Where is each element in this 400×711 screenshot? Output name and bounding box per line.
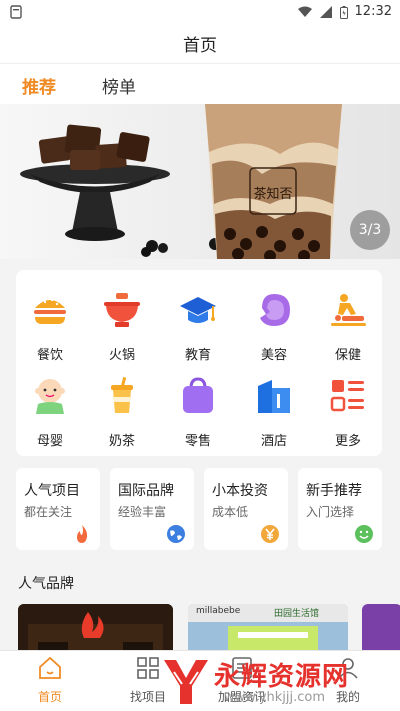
signal-icon: [320, 6, 332, 18]
hotel-building-icon: [258, 380, 290, 413]
card-title: 国际品牌: [118, 483, 174, 499]
milk-tea-icon: [111, 376, 133, 413]
banner-cup-text: 茶知否: [253, 186, 292, 202]
category-catering[interactable]: 餐饮: [20, 290, 80, 370]
more-list-icon: [330, 380, 364, 412]
android-notification-icon: [10, 5, 22, 19]
category-label: 奶茶: [108, 434, 135, 449]
beauty-face-icon: [260, 294, 290, 326]
brand-carousel: millabebe 田园生活馆: [0, 596, 400, 652]
nav-label: 我的: [335, 690, 360, 704]
category-education[interactable]: 教育: [168, 290, 228, 370]
nav-label: 找项目: [129, 690, 166, 704]
status-bar: 12:32: [0, 0, 400, 24]
bottom-navigation: 首页 找项目 加盟资讯 我的: [0, 650, 400, 711]
card-subtitle: 都在关注: [24, 505, 73, 519]
feature-cards: 人气项目 都在关注 国际品牌 经验丰富 小本投资 成本低 新手推荐 入门选择: [16, 468, 382, 550]
banner-image: 茶知否: [20, 104, 342, 259]
brand-sign-text: millabebe: [196, 606, 241, 616]
card-title: 小本投资: [212, 483, 268, 499]
card-beginner-picks[interactable]: 新手推荐 入门选择: [298, 468, 382, 550]
home-icon: [39, 656, 61, 679]
category-label: 美容: [260, 348, 287, 363]
grid-icon: [137, 657, 159, 679]
category-label: 更多: [334, 434, 361, 449]
section-title-popular-brands: 人气品牌: [18, 576, 74, 592]
wifi-icon: [298, 6, 312, 17]
category-hotel[interactable]: 酒店: [244, 376, 304, 456]
category-label: 火锅: [108, 348, 135, 363]
status-time: 12:32: [354, 4, 392, 19]
card-subtitle: 入门选择: [306, 505, 355, 519]
brand-sign-text-2: 田园生活馆: [274, 609, 320, 619]
yen-icon: [261, 525, 279, 543]
graduation-cap-icon: [180, 297, 216, 323]
category-label: 保健: [334, 348, 361, 363]
nav-profile[interactable]: 我的: [318, 655, 378, 705]
category-label: 教育: [184, 348, 211, 363]
category-healthcare[interactable]: 保健: [318, 290, 378, 370]
category-more[interactable]: 更多: [318, 376, 378, 456]
flame-icon: [77, 525, 88, 543]
category-maternal-baby[interactable]: 母婴: [20, 376, 80, 456]
globe-icon: [167, 525, 185, 543]
battery-icon: [340, 5, 348, 19]
burger-icon: [34, 298, 66, 324]
brand-card[interactable]: [362, 604, 400, 652]
tab-recommend[interactable]: 推荐: [22, 73, 56, 107]
banner-pager: 3/3: [350, 210, 390, 250]
page-title: 首页: [183, 36, 217, 56]
card-title: 人气项目: [24, 483, 80, 499]
category-milk-tea[interactable]: 奶茶: [92, 376, 152, 456]
nav-find-projects[interactable]: 找项目: [118, 655, 178, 705]
shopping-bag-icon: [183, 377, 213, 413]
baby-icon: [35, 379, 65, 414]
nav-franchise-news[interactable]: 加盟资讯: [212, 655, 272, 705]
category-label: 餐饮: [36, 348, 63, 363]
category-label: 零售: [184, 434, 211, 449]
category-label: 酒店: [260, 434, 287, 449]
brand-image: [18, 604, 173, 652]
news-icon: [232, 657, 252, 679]
user-icon: [338, 658, 358, 679]
card-title: 新手推荐: [306, 483, 362, 499]
massage-icon: [331, 294, 366, 326]
nav-label: 加盟资讯: [217, 690, 266, 704]
category-label: 母婴: [36, 434, 63, 449]
brand-card[interactable]: millabebe 田园生活馆: [188, 604, 348, 652]
page-title-bar: 首页: [0, 24, 400, 64]
category-grid: 餐饮 火锅 教育 美容 保健 母婴 奶茶 零售 酒店 更多: [16, 270, 382, 456]
nav-label: 首页: [37, 690, 62, 704]
tab-label: 榜单: [102, 78, 136, 98]
nav-home[interactable]: 首页: [20, 655, 80, 705]
card-subtitle: 经验丰富: [118, 505, 167, 519]
top-tabs: 推荐 榜单: [0, 64, 400, 107]
card-subtitle: 成本低: [212, 505, 249, 519]
brand-card[interactable]: [18, 604, 173, 652]
card-small-investment[interactable]: 小本投资 成本低: [204, 468, 288, 550]
hotpot-icon: [104, 293, 140, 327]
card-popular-projects[interactable]: 人气项目 都在关注: [16, 468, 100, 550]
smile-icon: [355, 525, 373, 543]
card-international-brands[interactable]: 国际品牌 经验丰富: [110, 468, 194, 550]
tab-ranking[interactable]: 榜单: [102, 73, 136, 98]
category-hotpot[interactable]: 火锅: [92, 290, 152, 370]
tab-label: 推荐: [22, 78, 56, 98]
category-beauty[interactable]: 美容: [244, 290, 304, 370]
category-retail[interactable]: 零售: [168, 376, 228, 456]
promo-banner[interactable]: 茶知否 3/3: [0, 104, 400, 259]
